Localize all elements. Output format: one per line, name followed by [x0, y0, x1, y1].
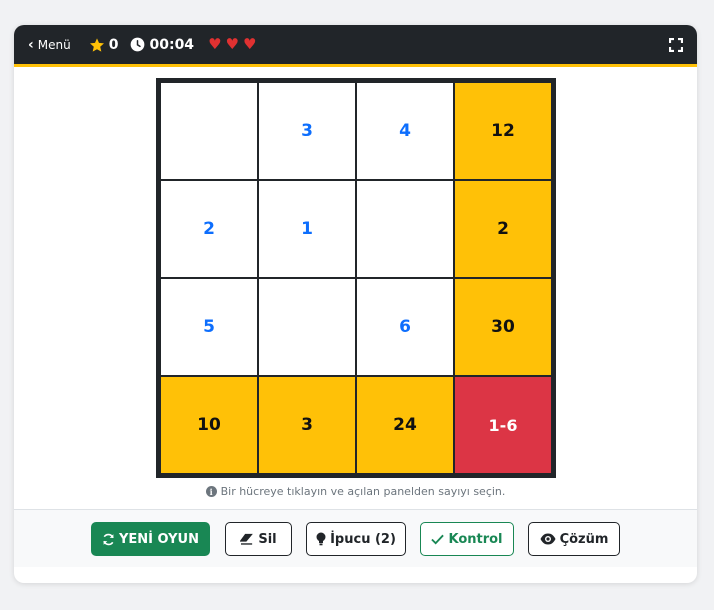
grid-cell[interactable]: 5 — [161, 279, 257, 375]
grid-cell[interactable]: 6 — [357, 279, 453, 375]
eraser-icon — [240, 533, 254, 545]
lives: ♥ ♥ ♥ — [208, 37, 260, 52]
check-button[interactable]: Kontrol — [420, 522, 514, 556]
sum-cell: 24 — [357, 377, 453, 473]
top-bar: ‹ Menü 0 00:04 ♥ ♥ ♥ — [14, 25, 697, 67]
hint-button[interactable]: İpucu (2) — [306, 522, 406, 556]
menu-label: Menü — [37, 37, 71, 52]
puzzle-board: 3 4 12 2 1 2 5 6 30 10 3 24 1-6 — [156, 78, 556, 478]
heart-icon: ♥ — [208, 35, 222, 53]
new-game-label: YENİ OYUN — [119, 531, 199, 547]
menu-button[interactable]: ‹ Menü — [28, 38, 71, 52]
sum-cell: 10 — [161, 377, 257, 473]
game-card: ‹ Menü 0 00:04 ♥ ♥ ♥ 3 4 12 2 1 2 5 6 30 10 3 24 1-6 i… — [14, 25, 697, 583]
sum-cell: 12 — [455, 83, 551, 179]
sum-cell: 2 — [455, 181, 551, 277]
instruction-label: Bir hücreye tıklayın ve açılan panelden … — [220, 485, 506, 498]
info-icon: i — [205, 486, 217, 497]
fullscreen-icon[interactable] — [669, 38, 683, 52]
grid-cell[interactable]: 3 — [259, 83, 355, 179]
grid-cell[interactable]: 4 — [357, 83, 453, 179]
star-icon — [89, 37, 104, 52]
refresh-icon — [103, 533, 114, 545]
lightbulb-icon — [316, 532, 326, 546]
star-count: 0 — [108, 36, 119, 53]
grid-cell[interactable]: 1 — [259, 181, 355, 277]
delete-button[interactable]: Sil — [225, 522, 292, 556]
instruction-text: i Bir hücreye tıklayın ve açılan panelde… — [14, 485, 697, 498]
timer-value: 00:04 — [149, 36, 195, 53]
chevron-left-icon: ‹ — [28, 36, 34, 53]
timer: 00:04 — [130, 37, 194, 53]
grid-cell[interactable] — [357, 181, 453, 277]
new-game-button[interactable]: YENİ OYUN — [91, 522, 210, 556]
delete-label: Sil — [258, 531, 277, 547]
action-bar: YENİ OYUN Sil İpucu (2) Kontrol Çözüm — [14, 509, 697, 567]
grid-cell[interactable]: 2 — [161, 181, 257, 277]
grid-cell[interactable] — [259, 279, 355, 375]
grid-cell[interactable] — [161, 83, 257, 179]
eye-icon — [540, 533, 556, 545]
star-counter: 0 — [89, 36, 119, 53]
heart-icon: ♥ — [242, 35, 257, 53]
check-label: Kontrol — [448, 531, 503, 547]
solution-label: Çözüm — [559, 531, 609, 547]
hint-label: İpucu (2) — [330, 531, 396, 547]
sum-cell: 3 — [259, 377, 355, 473]
check-icon — [431, 534, 445, 545]
range-cell: 1-6 — [455, 377, 551, 473]
solution-button[interactable]: Çözüm — [528, 522, 620, 556]
clock-icon — [131, 37, 145, 52]
sum-cell: 30 — [455, 279, 551, 375]
heart-icon: ♥ — [225, 35, 239, 53]
